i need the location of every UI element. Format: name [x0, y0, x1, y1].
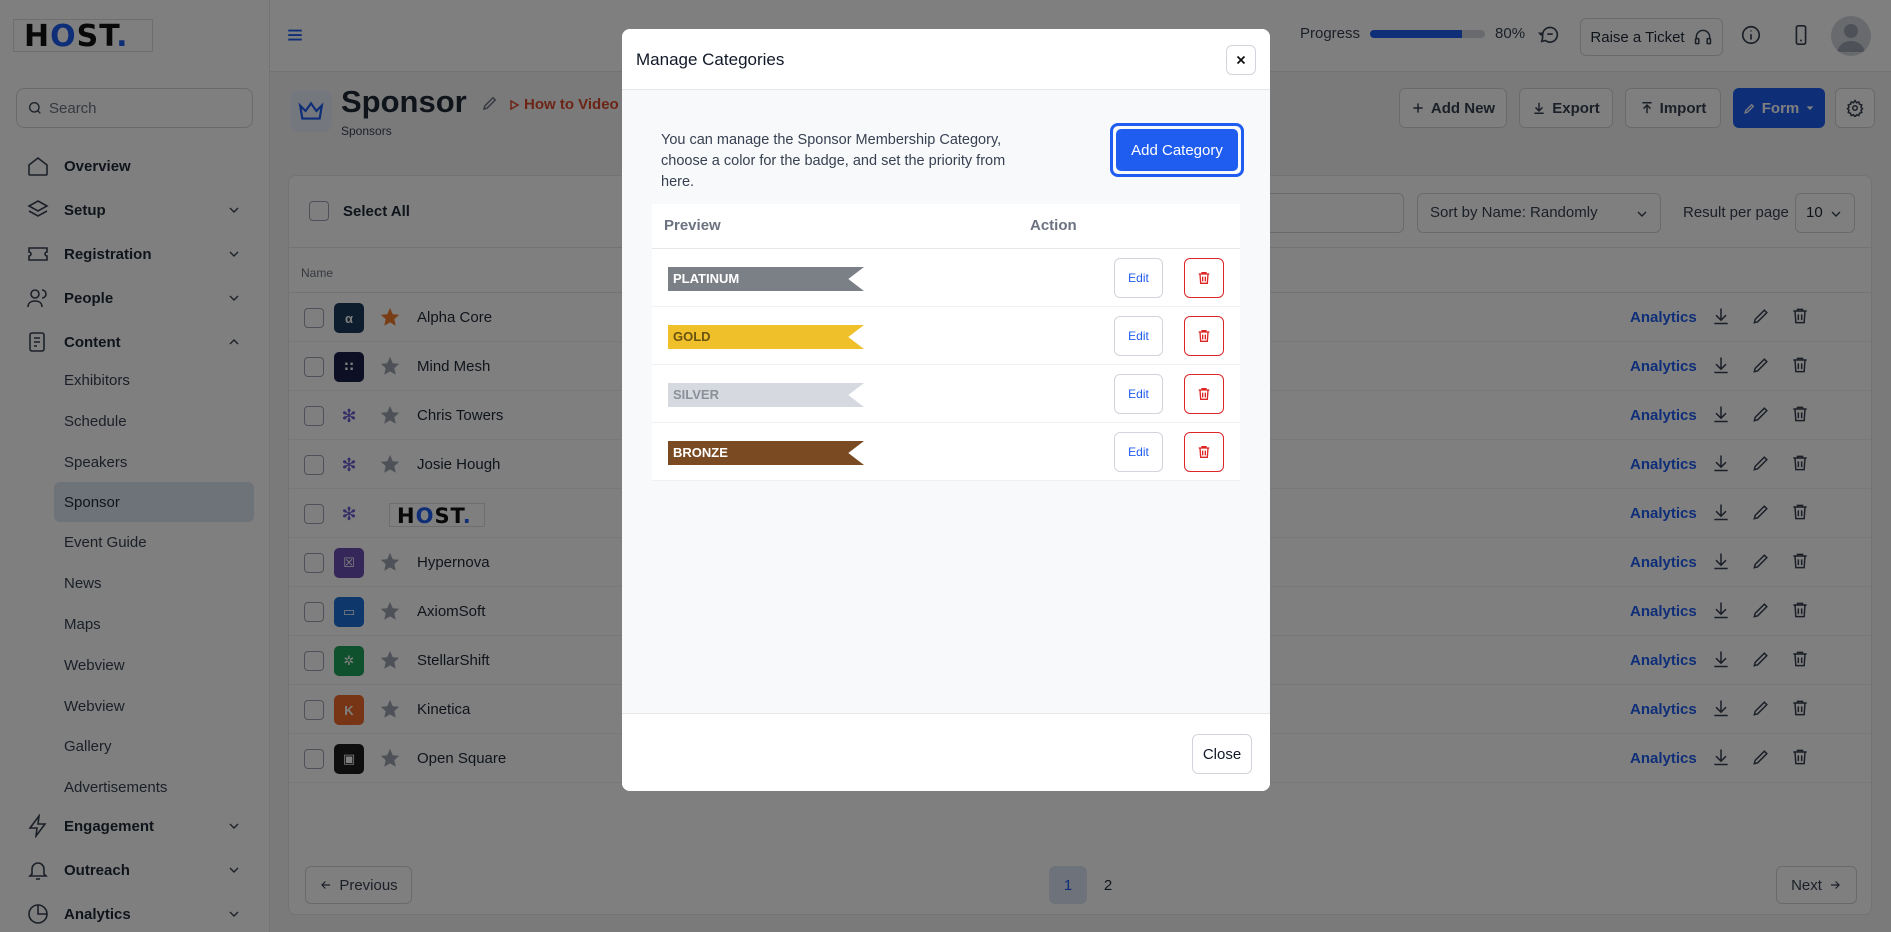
category-badge-preview: PLATINUM — [668, 267, 864, 291]
edit-category-button[interactable]: Edit — [1114, 432, 1163, 472]
close-button[interactable]: Close — [1192, 734, 1252, 774]
trash-icon — [1198, 446, 1210, 458]
add-category-button[interactable]: Add Category — [1110, 123, 1244, 177]
category-badge-preview: BRONZE — [668, 441, 864, 465]
trash-icon — [1198, 330, 1210, 342]
trash-icon — [1198, 272, 1210, 284]
action-column-header: Action — [1030, 217, 1077, 234]
delete-category-button[interactable] — [1184, 374, 1224, 414]
trash-icon — [1198, 388, 1210, 400]
manage-categories-modal: Manage Categories You can manage the Spo… — [622, 29, 1270, 791]
categories-table: Preview Action PLATINUM Edit GOLD Edit SILVE… — [652, 204, 1240, 481]
category-row: BRONZE Edit — [652, 423, 1240, 481]
category-row: SILVER Edit — [652, 365, 1240, 423]
modal-description: You can manage the Sponsor Membership Ca… — [661, 132, 1006, 190]
modal-header: Manage Categories — [622, 29, 1270, 90]
modal-footer: Close — [622, 713, 1270, 791]
preview-column-header: Preview — [664, 217, 721, 234]
category-badge-preview: GOLD — [668, 325, 864, 349]
close-icon — [1236, 55, 1246, 65]
category-row: PLATINUM Edit — [652, 249, 1240, 307]
edit-category-button[interactable]: Edit — [1114, 258, 1163, 298]
modal-title: Manage Categories — [636, 50, 785, 69]
edit-category-button[interactable]: Edit — [1114, 316, 1163, 356]
categories-table-header: Preview Action — [652, 204, 1240, 249]
delete-category-button[interactable] — [1184, 258, 1224, 298]
edit-category-button[interactable]: Edit — [1114, 374, 1163, 414]
add-category-label: Add Category — [1116, 129, 1238, 171]
modal-close-x-button[interactable] — [1226, 45, 1256, 75]
delete-category-button[interactable] — [1184, 432, 1224, 472]
delete-category-button[interactable] — [1184, 316, 1224, 356]
category-row: GOLD Edit — [652, 307, 1240, 365]
category-badge-preview: SILVER — [668, 383, 864, 407]
